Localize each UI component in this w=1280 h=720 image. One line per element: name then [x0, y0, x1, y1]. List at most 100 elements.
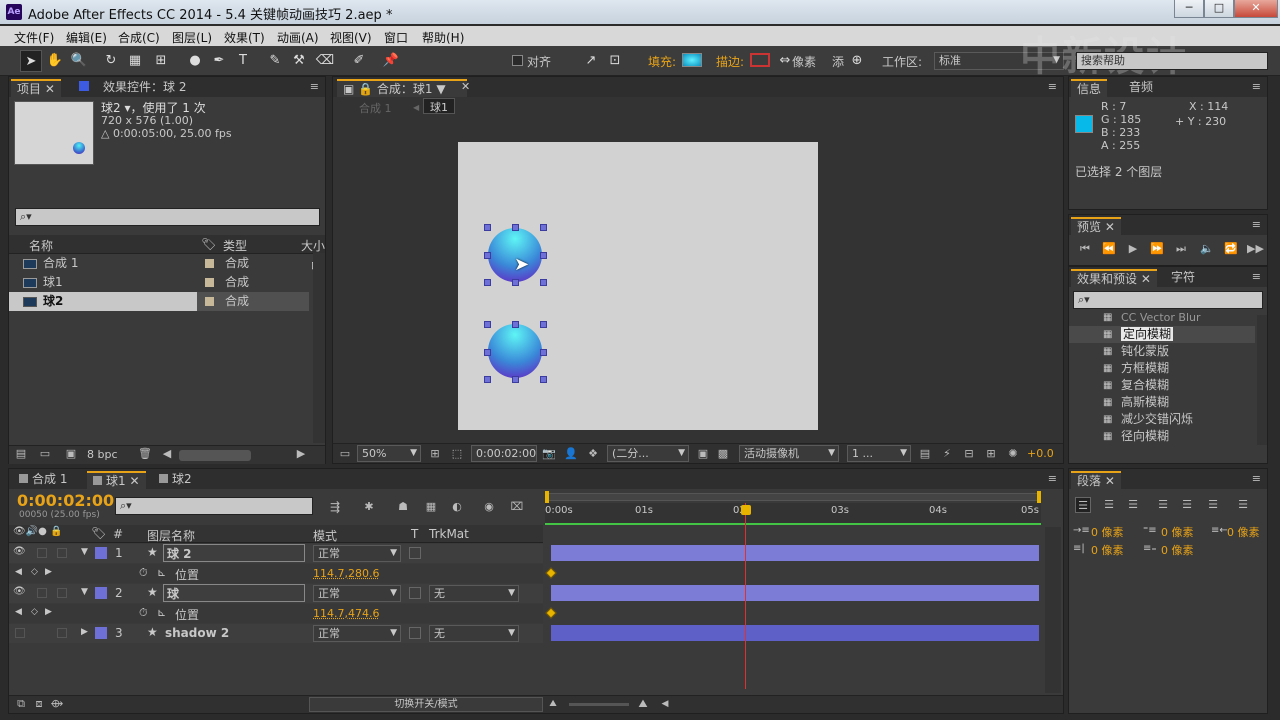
new-composition-icon[interactable]: ▣: [63, 446, 79, 462]
av-features-icon[interactable]: 👁🔊● 🔒: [13, 526, 63, 537]
col-layer-name[interactable]: 图层名称: [147, 527, 195, 544]
lock-box[interactable]: [57, 628, 67, 638]
last-frame-icon[interactable]: ⏭: [1173, 241, 1189, 257]
fast-previews-icon[interactable]: ⚡: [939, 446, 955, 462]
snap-checkbox[interactable]: [512, 55, 523, 66]
new-folder-icon[interactable]: ▭: [37, 446, 53, 462]
work-area-bar[interactable]: [545, 493, 1041, 501]
motion-blur-icon[interactable]: ◐: [449, 499, 465, 515]
layer-name[interactable]: shadow 2: [165, 626, 229, 640]
pen-tool-icon[interactable]: ✒: [208, 50, 230, 72]
prev-keyframe-icon[interactable]: ◀: [15, 607, 22, 617]
close-icon[interactable]: ✕: [461, 80, 470, 93]
add-keyframe-icon[interactable]: ◇: [31, 567, 38, 577]
tab-composition[interactable]: ▣ 🔒 合成：球1 ▼: [337, 79, 467, 97]
exposure-value[interactable]: +0.0: [1027, 447, 1054, 460]
property-row[interactable]: ◀ ◇ ▶ ⏱ ⊾ 位置 114.7,280.6: [9, 564, 543, 583]
eye-icon[interactable]: 👁: [13, 586, 26, 597]
menu-effect[interactable]: 效果(T): [224, 29, 265, 46]
camera-tool-icon[interactable]: ▦: [124, 50, 146, 72]
label-color-icon[interactable]: [205, 297, 214, 306]
justify-left-icon[interactable]: ☰: [1155, 497, 1171, 513]
col-type[interactable]: 类型: [223, 237, 247, 254]
playhead-knob[interactable]: [741, 505, 751, 515]
next-frame-icon[interactable]: ⏩: [1149, 241, 1165, 257]
in-out-icon[interactable]: ⟴: [49, 696, 65, 712]
previous-frame-icon[interactable]: ⏪: [1101, 241, 1117, 257]
transform-handle[interactable]: [512, 376, 519, 383]
indent-right-value[interactable]: 0 像素: [1227, 524, 1260, 540]
hand-tool-icon[interactable]: ✋: [44, 50, 66, 72]
rotate-tool-icon[interactable]: ↻: [100, 50, 122, 72]
eye-icon[interactable]: 👁: [13, 546, 26, 557]
effects-scrollbar[interactable]: [1257, 315, 1267, 445]
transform-handle[interactable]: [484, 224, 491, 231]
maximize-button[interactable]: □: [1204, 0, 1234, 18]
label-tag-icon[interactable]: 🏷: [201, 237, 216, 251]
transfer-controls-icon[interactable]: ⧈: [31, 696, 47, 712]
panel-menu-icon[interactable]: ≡: [1252, 270, 1261, 283]
project-item-row[interactable]: 球1 合成: [9, 273, 309, 292]
snap-option-icon[interactable]: ↗: [580, 50, 602, 72]
menu-edit[interactable]: 编辑(E): [66, 29, 107, 46]
effect-item[interactable]: ▦ 复合模糊: [1069, 377, 1255, 394]
keyframe-diamond[interactable]: [545, 607, 557, 619]
add-keyframe-icon[interactable]: ◇: [31, 607, 38, 617]
snapshot-icon[interactable]: 📷: [541, 446, 557, 462]
transform-handle[interactable]: [540, 321, 547, 328]
transform-handle[interactable]: [484, 321, 491, 328]
puppet-tool-icon[interactable]: 📌: [380, 50, 402, 72]
resolution-select[interactable]: (二分... ▼: [607, 445, 689, 462]
layer-switches-icon[interactable]: ⧉: [13, 696, 29, 712]
panel-menu-icon[interactable]: ≡: [1252, 80, 1261, 93]
align-center-icon[interactable]: ☰: [1101, 497, 1117, 513]
preserve-transparency-box[interactable]: [409, 627, 421, 639]
layer-name-field[interactable]: 球: [163, 584, 305, 602]
composition-canvas[interactable]: ➤: [458, 142, 818, 430]
text-tool-icon[interactable]: T: [232, 50, 254, 72]
tab-timeline-ball2[interactable]: 球2: [153, 471, 198, 489]
layer-row[interactable]: ▶ 3 ★ shadow 2 正常 ▼ 无 ▼: [9, 624, 543, 643]
channel-icon[interactable]: ❖: [585, 446, 601, 462]
layer-duration-bar[interactable]: [551, 545, 1039, 561]
selection-tool-icon[interactable]: ➤: [20, 50, 42, 72]
tab-effects-presets[interactable]: 效果和预设 ✕: [1071, 269, 1157, 287]
layer-row[interactable]: 👁 ▼ 2 ★ 球 正常 ▼ 无 ▼: [9, 584, 543, 603]
work-area-end-handle[interactable]: [1037, 491, 1041, 503]
zoom-tool-icon[interactable]: 🔍: [68, 50, 90, 72]
pan-behind-tool-icon[interactable]: ⊞: [150, 50, 172, 72]
audio-icon[interactable]: 🔈: [1199, 241, 1215, 257]
label-tag-icon[interactable]: 🏷: [91, 526, 106, 540]
timeline-icon[interactable]: ⊟: [961, 446, 977, 462]
keyframe-diamond[interactable]: [545, 567, 557, 579]
stopwatch-icon[interactable]: ⏱: [139, 606, 148, 620]
clone-tool-icon[interactable]: ⚒: [288, 50, 310, 72]
layer-row[interactable]: 👁 ▼ 1 ★ 球 2 正常 ▼: [9, 544, 543, 563]
exposure-icon[interactable]: ✺: [1005, 446, 1021, 462]
visibility-box[interactable]: [15, 628, 25, 638]
justify-center-icon[interactable]: ☰: [1179, 497, 1195, 513]
effect-item[interactable]: ▦ 径向模糊: [1069, 428, 1255, 443]
transform-handle[interactable]: [512, 321, 519, 328]
shy-layers-icon[interactable]: ☗: [395, 499, 411, 515]
trash-icon[interactable]: 🗑: [137, 446, 153, 462]
tab-project[interactable]: 项目 ✕: [11, 79, 61, 97]
chevron-down-icon[interactable]: ▼: [436, 82, 445, 96]
always-preview-icon[interactable]: ▭: [337, 446, 353, 462]
trkmat-select[interactable]: 无 ▼: [429, 625, 519, 642]
zoom-out-icon[interactable]: ⛰: [545, 696, 561, 712]
first-frame-icon[interactable]: ⏮: [1077, 241, 1093, 257]
comp-mini-flowchart-icon[interactable]: ⇶: [327, 499, 343, 515]
breadcrumb-current[interactable]: 球1: [423, 98, 455, 114]
transparency-grid-icon[interactable]: ▩: [715, 446, 731, 462]
next-keyframe-icon[interactable]: ▶: [45, 607, 52, 617]
minimize-button[interactable]: ─: [1174, 0, 1204, 18]
effect-item[interactable]: ▦ 减少交错闪烁: [1069, 411, 1255, 428]
transform-handle[interactable]: [484, 349, 491, 356]
timeline-search-input[interactable]: ⌕▾: [115, 497, 313, 515]
project-scrollbar[interactable]: [313, 253, 325, 443]
toggle-pixel-aspect-icon[interactable]: ▤: [917, 446, 933, 462]
col-name[interactable]: 名称: [29, 237, 53, 254]
interpret-footage-icon[interactable]: ▤: [13, 446, 29, 462]
panel-menu-icon[interactable]: ≡: [1252, 218, 1261, 231]
